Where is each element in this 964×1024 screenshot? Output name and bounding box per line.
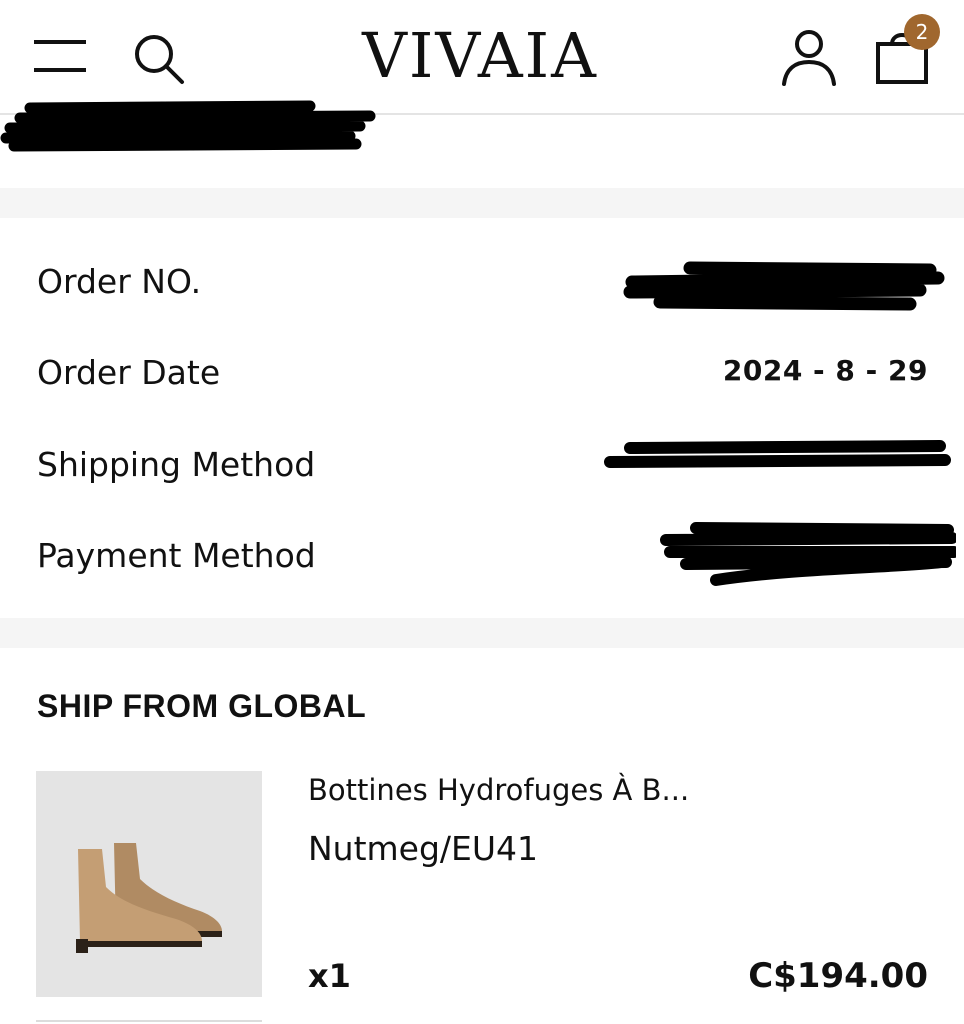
top-header: VIVAIA 2 <box>0 0 964 115</box>
payment-method-redacted <box>660 522 956 586</box>
product-quantity: x1 <box>308 957 351 995</box>
product-name[interactable]: Bottines Hydrofuges À B... <box>308 770 689 810</box>
product-price: C$194.00 <box>748 956 928 996</box>
order-date-label: Order Date <box>37 353 221 392</box>
ankle-boots-image <box>76 843 222 953</box>
shipment-title: SHIP FROM GLOBAL <box>37 688 367 724</box>
shipping-method-redacted <box>604 440 951 468</box>
section-separator <box>0 618 964 648</box>
redacted-scribble <box>0 100 376 152</box>
order-date-value: 2024 - 8 - 29 <box>722 354 928 387</box>
cart-count-badge[interactable]: 2 <box>904 14 940 50</box>
section-separator <box>0 188 964 218</box>
payment-method-label: Payment Method <box>37 536 316 575</box>
brand-logo[interactable]: VIVAIA <box>330 18 630 94</box>
order-number-label: Order NO. <box>37 262 202 301</box>
order-number-redacted <box>623 261 945 311</box>
product-image[interactable] <box>36 771 262 997</box>
product-variant: Nutmeg/EU41 <box>308 829 539 868</box>
item-divider <box>36 1020 262 1022</box>
shipping-method-label: Shipping Method <box>37 445 316 484</box>
account-icon[interactable] <box>778 26 840 88</box>
search-icon[interactable] <box>130 30 186 86</box>
menu-icon[interactable] <box>34 38 88 74</box>
